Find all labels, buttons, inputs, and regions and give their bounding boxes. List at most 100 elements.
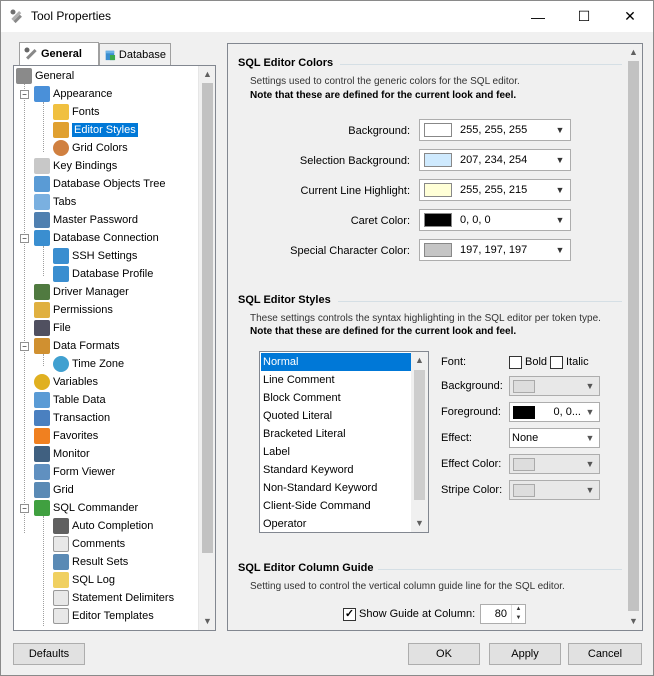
caret-color-label: Caret Color: bbox=[350, 215, 410, 227]
style-background-combo[interactable]: ▼ bbox=[509, 376, 600, 396]
list-item[interactable]: Normal bbox=[261, 353, 411, 371]
selection-background-combo[interactable]: 207, 234, 254 ▼ bbox=[419, 149, 571, 171]
tree-item-ssh-settings[interactable]: SSH Settings bbox=[53, 247, 137, 265]
font-label: Font: bbox=[441, 356, 467, 368]
scroll-up-icon[interactable]: ▲ bbox=[625, 44, 642, 61]
apply-button[interactable]: Apply bbox=[489, 643, 561, 665]
tree-item-editor-templates[interactable]: Editor Templates bbox=[53, 607, 154, 625]
list-item[interactable]: Non-Standard Keyword bbox=[261, 479, 411, 497]
tree-item-database-objects-tree[interactable]: Database Objects Tree bbox=[34, 175, 166, 193]
tree-item-label: SSH Settings bbox=[72, 250, 138, 262]
spinner-down-icon[interactable]: ▼ bbox=[511, 614, 525, 623]
tree-item-time-zone[interactable]: Time Zone bbox=[53, 355, 124, 373]
tree-item-database-profile[interactable]: Database Profile bbox=[53, 265, 153, 283]
list-item[interactable]: Standard Keyword bbox=[261, 461, 411, 479]
brush-icon bbox=[53, 122, 69, 138]
list-item[interactable]: Bracketed Literal bbox=[261, 425, 411, 443]
list-item[interactable]: Operator bbox=[261, 515, 411, 532]
chevron-down-icon: ▼ bbox=[555, 215, 565, 225]
tree-item-tabs[interactable]: Tabs bbox=[34, 193, 76, 211]
token-list-scrollbar[interactable]: ▲ ▼ bbox=[411, 352, 428, 532]
panel-scrollbar[interactable]: ▲ ▼ bbox=[625, 44, 642, 630]
scroll-up-icon[interactable]: ▲ bbox=[411, 352, 428, 369]
tree-item-data-formats[interactable]: Data Formats bbox=[34, 337, 120, 355]
tree-item-table-data[interactable]: Table Data bbox=[34, 391, 106, 409]
globe-icon bbox=[53, 356, 69, 372]
panel-scroll-thumb[interactable] bbox=[628, 61, 639, 611]
stripe-color-combo[interactable]: ▼ bbox=[509, 480, 600, 500]
list-item[interactable]: Line Comment bbox=[261, 371, 411, 389]
table-icon bbox=[34, 392, 50, 408]
list-item[interactable]: Label bbox=[261, 443, 411, 461]
effect-color-combo[interactable]: ▼ bbox=[509, 454, 600, 474]
scroll-down-icon[interactable]: ▼ bbox=[411, 515, 428, 532]
defaults-button[interactable]: Defaults bbox=[13, 643, 85, 665]
tree-item-grid[interactable]: Grid bbox=[34, 481, 74, 499]
close-icon: ✕ bbox=[624, 8, 636, 24]
minimize-button[interactable]: — bbox=[515, 1, 561, 32]
tree-item-driver-manager[interactable]: Driver Manager bbox=[34, 283, 129, 301]
tab-general[interactable]: General bbox=[19, 42, 99, 65]
scroll-up-icon[interactable]: ▲ bbox=[199, 66, 215, 83]
tree-scrollbar[interactable]: ▲ ▼ bbox=[198, 66, 215, 630]
background-color-combo[interactable]: 255, 255, 255 ▼ bbox=[419, 119, 571, 141]
tree-item-fonts[interactable]: Fonts bbox=[53, 103, 100, 121]
tabs-icon bbox=[34, 194, 50, 210]
special-character-color-combo[interactable]: 197, 197, 197 ▼ bbox=[419, 239, 571, 261]
tree-item-editor-styles[interactable]: Editor Styles bbox=[53, 121, 138, 139]
tree-item-sql-commander[interactable]: SQL Commander bbox=[34, 499, 138, 517]
expand-appearance[interactable]: − bbox=[20, 90, 29, 99]
token-list-scroll-thumb[interactable] bbox=[414, 370, 425, 500]
ok-button[interactable]: OK bbox=[408, 643, 480, 665]
current-line-highlight-combo[interactable]: 255, 255, 215 ▼ bbox=[419, 179, 571, 201]
token-type-list[interactable]: Normal Line Comment Block Comment Quoted… bbox=[259, 351, 429, 533]
chevron-down-icon: ▼ bbox=[585, 433, 595, 443]
expand-data-formats[interactable]: − bbox=[20, 342, 29, 351]
expand-sql-commander[interactable]: − bbox=[20, 504, 29, 513]
list-item[interactable]: Block Comment bbox=[261, 389, 411, 407]
tree-item-database-connection[interactable]: Database Connection bbox=[34, 229, 159, 247]
guide-column-spinner[interactable]: 80 ▲ ▼ bbox=[480, 604, 526, 624]
maximize-button[interactable]: ☐ bbox=[561, 1, 607, 32]
scroll-down-icon[interactable]: ▼ bbox=[199, 613, 215, 630]
tree-item-form-viewer[interactable]: Form Viewer bbox=[34, 463, 115, 481]
list-item[interactable]: Quoted Literal bbox=[261, 407, 411, 425]
tree-item-auto-completion[interactable]: Auto Completion bbox=[53, 517, 153, 535]
spinner-up-icon[interactable]: ▲ bbox=[511, 605, 525, 614]
bold-checkbox[interactable] bbox=[509, 356, 522, 369]
chevron-down-icon: ▼ bbox=[585, 459, 595, 469]
tree-item-appearance[interactable]: Appearance bbox=[34, 85, 112, 103]
tree-item-grid-colors[interactable]: Grid Colors bbox=[53, 139, 128, 157]
tree-item-result-sets[interactable]: Result Sets bbox=[53, 553, 128, 571]
tree-item-general[interactable]: General bbox=[16, 67, 74, 85]
tree-item-transaction[interactable]: Transaction bbox=[34, 409, 110, 427]
show-guide-checkbox[interactable]: ✓ bbox=[343, 608, 356, 621]
tree-item-key-bindings[interactable]: Key Bindings bbox=[34, 157, 117, 175]
tree-scroll-thumb[interactable] bbox=[202, 83, 213, 553]
driver-icon bbox=[34, 284, 50, 300]
italic-checkbox[interactable] bbox=[550, 356, 563, 369]
tree-item-label: Database Profile bbox=[72, 268, 154, 280]
tree-item-comments[interactable]: Comments bbox=[53, 535, 125, 553]
cancel-button[interactable]: Cancel bbox=[568, 643, 642, 665]
tree-item-monitor[interactable]: Monitor bbox=[34, 445, 90, 463]
caret-color-combo[interactable]: 0, 0, 0 ▼ bbox=[419, 209, 571, 231]
effect-combo[interactable]: None ▼ bbox=[509, 428, 600, 448]
tree-item-file[interactable]: File bbox=[34, 319, 71, 337]
tree-item-label: Monitor bbox=[53, 448, 90, 460]
tree-item-permissions[interactable]: Permissions bbox=[34, 301, 113, 319]
tree-item-statement-delimiters[interactable]: Statement Delimiters bbox=[53, 589, 174, 607]
tab-database[interactable]: Database bbox=[99, 43, 171, 65]
list-item[interactable]: Client-Side Command bbox=[261, 497, 411, 515]
transaction-icon bbox=[34, 410, 50, 426]
tree-item-sql-log[interactable]: SQL Log bbox=[53, 571, 115, 589]
tree-item-label: Form Viewer bbox=[53, 466, 116, 478]
foreground-color-swatch bbox=[513, 405, 535, 419]
close-button[interactable]: ✕ bbox=[607, 1, 653, 32]
tree-item-master-password[interactable]: Master Password bbox=[34, 211, 138, 229]
expand-database-connection[interactable]: − bbox=[20, 234, 29, 243]
scroll-down-icon[interactable]: ▼ bbox=[625, 613, 642, 630]
tree-item-variables[interactable]: Variables bbox=[34, 373, 98, 391]
style-foreground-combo[interactable]: 0, 0... ▼ bbox=[509, 402, 600, 422]
tree-item-favorites[interactable]: Favorites bbox=[34, 427, 98, 445]
